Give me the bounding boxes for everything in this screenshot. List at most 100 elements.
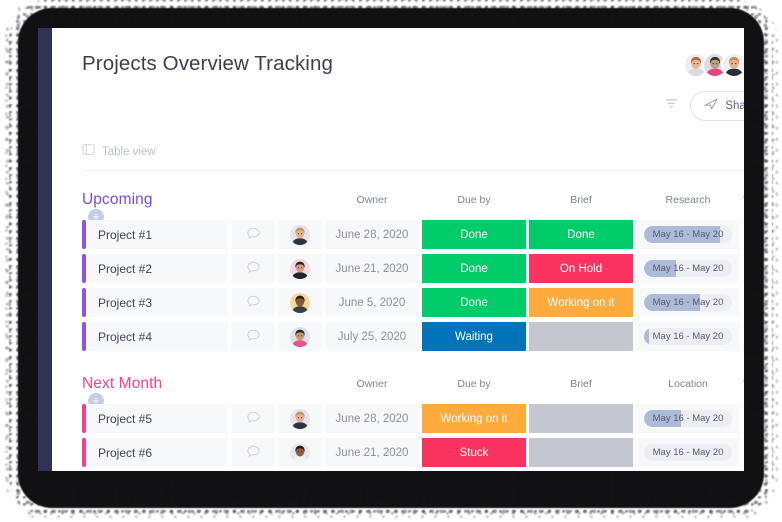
project-name-cell[interactable]: Project #4 [82,322,228,351]
column-header-research[interactable]: Research [636,194,740,206]
status-badge[interactable] [529,438,633,467]
comment-icon[interactable] [246,410,261,428]
timeline-label: May 16 - May 20 [652,331,724,342]
status-badge[interactable] [529,404,633,433]
row-accent-bar [82,438,86,467]
comment-icon[interactable] [246,328,261,346]
view-label: Table view [102,146,156,158]
left-navigation-rail[interactable] [38,28,52,471]
due-date-cell[interactable]: June 28, 2020 [325,220,419,249]
column-header-due-by[interactable]: Due by [422,194,526,206]
table-view-icon [82,143,95,161]
project-name-cell[interactable]: Project #6 [82,438,228,467]
comment-cell[interactable] [231,254,275,283]
project-name-cell[interactable]: Project #5 [82,404,228,433]
project-name-label: Project #4 [98,329,153,344]
share-button[interactable]: Share [690,91,744,121]
table-row[interactable]: Project #3 June 5, 2020 Done Working on it M… [82,288,744,317]
avatar-owner-4[interactable] [290,326,310,347]
group-title[interactable]: Upcoming [82,191,322,209]
row-tail-cell [743,288,744,317]
row-accent-bar [82,404,86,433]
avatar-user-3[interactable] [720,52,744,78]
comment-icon[interactable] [246,226,261,244]
send-icon [704,97,718,115]
avatar-owner-6[interactable] [290,442,310,463]
table-row[interactable]: Project #6 June 21, 2020 Stuck May 16 - May… [82,438,744,467]
column-header-due-by[interactable]: Due by [422,378,526,390]
row-accent-bar [82,254,86,283]
project-name-cell[interactable]: Project #2 [82,254,228,283]
status-badge[interactable] [529,322,633,351]
column-header-brief[interactable]: Brief [529,194,633,206]
timeline-progress-fill [644,328,650,345]
owner-cell[interactable] [278,254,322,283]
brief-status-cell: Done [422,220,526,249]
comment-cell[interactable] [231,322,275,351]
project-name-label: Project #6 [98,445,153,460]
comment-icon[interactable] [246,260,261,278]
column-header-timeline[interactable]: Timeline [743,194,744,206]
comment-cell[interactable] [231,288,275,317]
project-name-cell[interactable]: Project #1 [82,220,228,249]
comment-cell[interactable] [231,438,275,467]
brief-status-cell: Waiting [422,322,526,351]
due-date-cell[interactable]: June 5, 2020 [325,288,419,317]
secondary-status-cell [529,322,633,351]
avatar-owner-5[interactable] [290,408,310,429]
status-badge[interactable]: Working on it [529,288,633,317]
avatar-owner-2[interactable] [290,258,310,279]
header-right: Share [665,52,744,121]
timeline-label: May 16 - May 20 [652,447,724,458]
status-badge[interactable]: Stuck [422,438,526,467]
timeline-pill[interactable]: May 16 - May 20 [644,328,732,345]
brief-status-cell: Working on it [422,404,526,433]
status-badge[interactable]: Done [422,220,526,249]
group-header-row: UpcomingOwnerDue byBriefResearchTimeline… [82,191,744,225]
table-row[interactable]: Project #1 June 28, 2020 Done Done May 16 - … [82,220,744,249]
secondary-status-cell [529,438,633,467]
owner-cell[interactable] [278,288,322,317]
timeline-pill[interactable]: May 16 - May 20 [644,294,732,311]
avatar-owner-1[interactable] [290,224,310,245]
project-name-cell[interactable]: Project #3 [82,288,228,317]
column-header-owner[interactable]: Owner [325,194,419,206]
column-header-owner[interactable]: Owner [325,378,419,390]
owner-cell[interactable] [278,220,322,249]
column-header-location[interactable]: Location [636,378,740,390]
timeline-pill[interactable]: May 16 - May 20 [644,410,732,427]
status-badge[interactable]: Working on it [422,404,526,433]
timeline-pill[interactable]: May 16 - May 20 [644,226,732,243]
timeline-cell: May 16 - May 20 [636,254,740,283]
view-bar[interactable]: Table view [82,143,744,171]
owner-cell[interactable] [278,322,322,351]
owner-cell[interactable] [278,438,322,467]
comment-cell[interactable] [231,220,275,249]
owner-cell[interactable] [278,404,322,433]
filter-icon[interactable] [665,97,678,115]
table-row[interactable]: Project #4 July 25, 2020 Waiting May 16 - M… [82,322,744,351]
due-date-cell[interactable]: June 21, 2020 [325,254,419,283]
status-badge[interactable]: On Hold [529,254,633,283]
table-row[interactable]: Project #2 June 21, 2020 Done On Hold May 16… [82,254,744,283]
comment-icon[interactable] [246,294,261,312]
due-date-cell[interactable]: June 28, 2020 [325,404,419,433]
status-badge[interactable]: Done [422,254,526,283]
brief-status-cell: Done [422,288,526,317]
due-date-cell[interactable]: June 21, 2020 [325,438,419,467]
timeline-label: May 16 - May 20 [652,297,724,308]
table-row[interactable]: Project #5 June 28, 2020 Working on it May … [82,404,744,433]
comment-icon[interactable] [246,444,261,462]
timeline-pill[interactable]: May 16 - May 20 [644,444,732,461]
due-date-cell[interactable]: July 25, 2020 [325,322,419,351]
timeline-pill[interactable]: May 16 - May 20 [644,260,732,277]
column-header-brief[interactable]: Brief [529,378,633,390]
row-accent-bar [82,220,86,249]
status-badge[interactable]: Waiting [422,322,526,351]
avatar-owner-3[interactable] [290,292,310,313]
group-title[interactable]: Next Month [82,375,322,393]
status-badge[interactable]: Done [529,220,633,249]
comment-cell[interactable] [231,404,275,433]
status-badge[interactable]: Done [422,288,526,317]
column-header-timeline[interactable]: Timeline [743,378,744,390]
